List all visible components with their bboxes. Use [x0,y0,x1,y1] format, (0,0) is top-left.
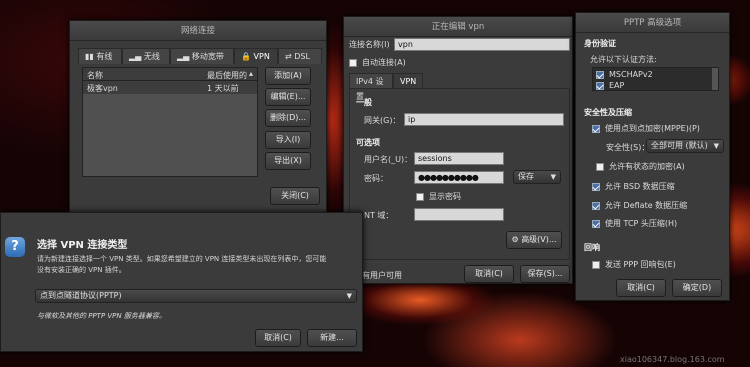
checkbox-icon [592,219,600,228]
optional-heading: 可选项 [356,138,380,147]
echo-heading: 回响 [584,243,600,252]
tab-vpn-settings[interactable]: VPN [393,73,423,89]
save-button[interactable]: 保存(S)... [520,265,570,283]
list-item[interactable]: 极客vpn 1 天以前 [83,81,257,94]
import-button[interactable]: 导入(I) [265,131,311,149]
window-title: 网络连接 [70,21,326,41]
wireless-signal-icon: ▂▄ [129,52,144,61]
connection-name-input[interactable]: vpn [394,38,570,51]
export-button[interactable]: 导出(X) [265,152,311,170]
checkbox-icon [592,124,600,133]
network-connections-window: 网络连接 ▮▮ 有线 ▂▄ 无线 ▂▄ 移动宽带 🔒 VPN ⇄ DSL 名称 … [69,20,327,213]
vpn-type-select[interactable]: 点到点隧道协议(PPTP) ▼ [35,289,357,303]
column-last-used[interactable]: 最后使用的 [207,70,247,81]
mppe-checkbox[interactable]: 使用点到点加密(MPPE)(P) [592,123,700,134]
pptp-advanced-window: PPTP 高级选项 身份验证 允许以下认证方法: MSCHAPv2 EAP 安全… [575,12,730,301]
ok-button[interactable]: 确定(D) [672,279,722,297]
wired-signal-icon: ▮▮ [85,52,97,61]
list-header: 名称 最后使用的 ▴ [83,68,257,81]
create-button[interactable]: 新建... [307,329,357,347]
column-name[interactable]: 名称 [87,70,103,81]
sort-up-icon: ▴ [249,69,254,78]
general-heading: 一般 [356,98,372,107]
checkbox-icon [596,81,604,90]
connection-type-tabs: ▮▮ 有线 ▂▄ 无线 ▂▄ 移动宽带 🔒 VPN ⇄ DSL [78,48,322,64]
nt-domain-input[interactable] [414,208,504,221]
send-ppp-echo-checkbox[interactable]: 发送 PPP 回响包(E) [592,259,676,270]
compatibility-note: 与微软及其他的 PPTP VPN 服务器兼容。 [37,312,166,320]
edit-vpn-window: 正在编辑 vpn 连接名称(I) vpn 自动连接(A) IPv4 设置 VPN… [343,16,573,284]
allow-methods-label: 允许以下认证方法: [590,55,657,64]
edit-button[interactable]: 编辑(E)... [265,88,311,106]
password-label: 密码： [364,174,388,183]
delete-button[interactable]: 删除(D)... [265,109,311,127]
question-icon: ? [5,237,25,257]
list-item[interactable]: EAP [596,81,624,90]
chevron-down-icon: ▼ [550,173,556,181]
connection-name-label: 连接名称(I) [349,40,390,49]
connection-list[interactable]: 名称 最后使用的 ▴ 极客vpn 1 天以前 [82,67,258,177]
chevron-down-icon: ▼ [346,292,352,300]
deflate-compression-checkbox[interactable]: 允许 Deflate 数据压缩 [592,200,687,211]
tab-dsl[interactable]: ⇄ DSL [278,48,322,64]
chevron-down-icon: ▼ [713,142,719,150]
cancel-button[interactable]: 取消(C) [255,329,301,347]
connection-last-used: 1 天以前 [207,84,239,93]
checkbox-icon [596,70,604,79]
tab-wired[interactable]: ▮▮ 有线 [78,48,122,64]
cancel-button[interactable]: 取消(C) [616,279,666,297]
connection-name: 极客vpn [87,84,118,93]
dialog-description: 请为新建连接选择一个 VPN 类型。如果您希望建立的 VPN 连接类型未出现在列… [37,255,327,274]
mobile-signal-icon: ▂▄ [177,52,192,61]
authentication-heading: 身份验证 [584,39,616,48]
checkbox-icon [592,260,600,269]
tab-ipv4[interactable]: IPv4 设置 [349,73,393,101]
username-label: 用户名(_U)： [364,155,413,164]
settings-tabs: IPv4 设置 VPN [349,73,449,101]
gateway-label: 网关(G)： [364,116,401,125]
list-item[interactable]: MSCHAPv2 [596,70,653,79]
choose-vpn-type-window: ? 选择 VPN 连接类型 请为新建连接选择一个 VPN 类型。如果您希望建立的… [0,212,363,352]
password-input[interactable]: ●●●●●●●●●● [414,171,504,184]
security-label: 安全性(S)： [606,143,650,152]
checkbox-icon [592,182,600,191]
stateful-encryption-checkbox[interactable]: 允许有状态的加密(A) [596,161,685,172]
cancel-button[interactable]: 取消(C) [464,265,514,283]
bsd-compression-checkbox[interactable]: 允许 BSD 数据压缩 [592,181,675,192]
auto-connect-checkbox[interactable]: 自动连接(A) [349,57,406,68]
username-input[interactable]: sessions [414,152,504,165]
nt-domain-label: NT 域： [364,211,394,220]
window-title: 正在编辑 vpn [344,17,572,37]
gateway-input[interactable]: ip [404,113,564,126]
tcp-header-compression-checkbox[interactable]: 使用 TCP 头压缩(H) [592,218,677,229]
checkbox-icon [596,162,604,171]
lock-icon: 🔒 [241,52,254,61]
scrollbar[interactable] [712,68,718,90]
auth-method-list[interactable]: MSCHAPv2 EAP [592,67,719,91]
checkbox-icon [349,58,357,67]
show-password-checkbox[interactable]: 显示密码 [416,191,461,202]
checkbox-icon [416,192,424,201]
checkbox-icon [592,201,600,210]
close-button[interactable]: 关闭(C) [270,187,320,205]
tab-mobile-broadband[interactable]: ▂▄ 移动宽带 [170,48,234,64]
advanced-button[interactable]: ⚙ 高级(V)... [506,231,562,249]
dialog-title: 选择 VPN 连接类型 [37,240,128,251]
security-heading: 安全性及压缩 [584,108,632,117]
tab-vpn[interactable]: 🔒 VPN [234,48,278,64]
add-button[interactable]: 添加(A) [265,67,311,85]
watermark: xiao106347.blog.163.com [620,355,725,364]
tab-wireless[interactable]: ▂▄ 无线 [122,48,170,64]
dsl-icon: ⇄ [285,52,295,61]
security-select[interactable]: 全部可用 (默认) ▼ [646,139,724,153]
tools-icon: ⚙ [511,235,522,244]
window-title: PPTP 高级选项 [576,13,729,33]
password-mode-select[interactable]: 保存 ▼ [513,170,561,184]
